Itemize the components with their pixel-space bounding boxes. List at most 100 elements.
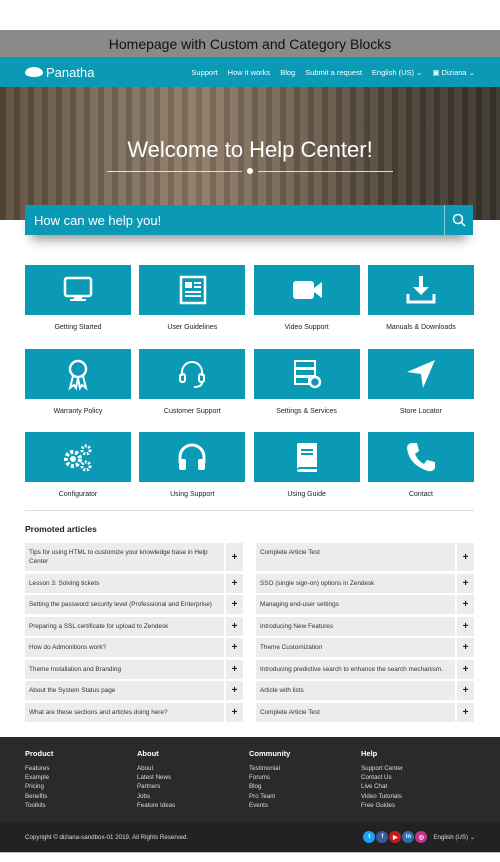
video-camera-icon bbox=[292, 281, 322, 299]
youtube-icon[interactable]: ▶ bbox=[389, 831, 402, 843]
article-link[interactable]: About the System Status page bbox=[25, 681, 224, 700]
expand-plus-icon[interactable]: + bbox=[226, 702, 243, 722]
article-item: Article with lists + bbox=[256, 681, 474, 700]
footer-link[interactable]: Events bbox=[249, 801, 361, 810]
category-getting-started[interactable]: Getting Started bbox=[25, 265, 131, 349]
category-customer-support[interactable]: Customer Support bbox=[139, 348, 246, 433]
expand-plus-icon[interactable]: + bbox=[457, 702, 474, 722]
category-user-guidelines[interactable]: User Guidelines bbox=[139, 265, 246, 349]
category-settings-services[interactable]: Settings & Services bbox=[253, 348, 360, 433]
expand-plus-icon[interactable]: + bbox=[457, 659, 474, 679]
category-using-support[interactable]: Using Support bbox=[139, 432, 246, 516]
category-tile-box bbox=[139, 432, 246, 482]
headset-icon bbox=[179, 360, 206, 388]
article-link[interactable]: How do Admonitions work? bbox=[25, 638, 224, 657]
article-item: Setting the password security level (Pro… bbox=[25, 595, 243, 614]
article-item: Preparing a SSL certificate for upload t… bbox=[25, 616, 243, 636]
category-using-guide[interactable]: Using Guide bbox=[253, 432, 360, 516]
expand-plus-icon[interactable]: + bbox=[457, 616, 474, 636]
footer-link[interactable]: Contact Us bbox=[361, 773, 473, 782]
nav-submit-request[interactable]: Submit a request bbox=[305, 68, 362, 77]
footer-link[interactable]: Toolkits bbox=[25, 801, 137, 810]
category-warranty-policy[interactable]: Warranty Policy bbox=[25, 348, 131, 433]
nav-support[interactable]: Support bbox=[191, 68, 217, 77]
search-button[interactable] bbox=[444, 205, 473, 235]
article-link[interactable]: SSO (single sign-on) options in Zendesk bbox=[256, 573, 455, 593]
article-link[interactable]: Theme Installation and Branding bbox=[25, 659, 224, 679]
logo[interactable]: Panatha bbox=[25, 65, 94, 80]
twitter-icon[interactable]: t bbox=[363, 831, 376, 843]
footer-link[interactable]: Example bbox=[25, 773, 137, 782]
promoted-articles-list: Tips for using HTML to customize your kn… bbox=[25, 543, 474, 722]
footer-column-community: Community Testimonial Forums Blog Pro Team Ev… bbox=[249, 749, 361, 810]
footer-link[interactable]: Testimonial bbox=[249, 764, 361, 773]
article-link[interactable]: Managing end-user settings bbox=[256, 595, 455, 614]
footer-column-about: About About Latest News Partners Jobs Feature… bbox=[137, 749, 249, 810]
category-store-locator[interactable]: Store Locator bbox=[367, 348, 474, 433]
expand-plus-icon[interactable]: + bbox=[457, 543, 474, 571]
article-link[interactable]: Lesson 3: Solving tickets bbox=[25, 573, 224, 593]
expand-plus-icon[interactable]: + bbox=[226, 543, 243, 571]
footer-link[interactable]: Live Chat bbox=[361, 782, 473, 791]
footer-link[interactable]: Blog bbox=[249, 782, 361, 791]
monitor-icon bbox=[63, 276, 93, 301]
footer-link[interactable]: Pricing bbox=[25, 782, 137, 791]
footer-link[interactable]: Free Guides bbox=[361, 801, 473, 810]
article-link[interactable]: Setting the password security level (Pro… bbox=[25, 595, 224, 614]
article-link[interactable]: Tips for using HTML to customize your kn… bbox=[25, 543, 224, 571]
nav-how-it-works[interactable]: How it works bbox=[228, 68, 271, 77]
footer-link[interactable]: Partners bbox=[137, 782, 249, 791]
footer-language-dropdown[interactable]: English (US) ⌄ bbox=[433, 834, 475, 841]
footer-link[interactable]: Forums bbox=[249, 773, 361, 782]
expand-plus-icon[interactable]: + bbox=[226, 595, 243, 614]
footer-link[interactable]: About bbox=[137, 764, 249, 773]
expand-plus-icon[interactable]: + bbox=[226, 638, 243, 657]
article-link[interactable]: Introducing New Features bbox=[256, 616, 455, 636]
expand-plus-icon[interactable]: + bbox=[226, 573, 243, 593]
footer-link[interactable]: Jobs bbox=[137, 792, 249, 801]
logo-fish-icon bbox=[25, 67, 43, 77]
footer-link[interactable]: Features bbox=[25, 764, 137, 773]
expand-plus-icon[interactable]: + bbox=[457, 681, 474, 700]
article-link[interactable]: Preparing a SSL certificate for upload t… bbox=[25, 616, 224, 636]
search-icon bbox=[452, 213, 466, 227]
user-menu[interactable]: ▣ Diziana ⌄ bbox=[432, 68, 475, 77]
category-configurator[interactable]: Configurator bbox=[25, 432, 131, 516]
facebook-icon[interactable]: f bbox=[376, 831, 389, 843]
expand-plus-icon[interactable]: + bbox=[226, 681, 243, 700]
category-contact[interactable]: Contact bbox=[367, 432, 474, 516]
nav-blog[interactable]: Blog bbox=[280, 68, 295, 77]
article-link[interactable]: Introducing predictive search to enhance… bbox=[256, 659, 455, 679]
search-bar: How can we help you! bbox=[25, 205, 473, 235]
footer-link[interactable]: Benefits bbox=[25, 792, 137, 801]
expand-plus-icon[interactable]: + bbox=[457, 595, 474, 614]
expand-plus-icon[interactable]: + bbox=[457, 638, 474, 657]
expand-plus-icon[interactable]: + bbox=[457, 573, 474, 593]
linkedin-icon[interactable]: in bbox=[402, 831, 415, 843]
article-item: Managing end-user settings + bbox=[256, 595, 474, 614]
article-link[interactable]: What are these sections and articles doi… bbox=[25, 702, 224, 722]
category-label: Using Support bbox=[170, 491, 215, 498]
category-label: Using Guide bbox=[287, 491, 326, 498]
instagram-icon[interactable]: ◎ bbox=[415, 831, 428, 843]
article-link[interactable]: Theme Customization bbox=[256, 638, 455, 657]
expand-plus-icon[interactable]: + bbox=[226, 616, 243, 636]
language-dropdown[interactable]: English (US) ⌄ bbox=[372, 68, 423, 77]
footer-link[interactable]: Video Tutorials bbox=[361, 792, 473, 801]
footer-link[interactable]: Feature Ideas bbox=[137, 801, 249, 810]
footer-link[interactable]: Support Center bbox=[361, 764, 473, 773]
article-link[interactable]: Complete Article Test bbox=[256, 543, 455, 571]
expand-plus-icon[interactable]: + bbox=[226, 659, 243, 679]
footer-link[interactable]: Latest News bbox=[137, 773, 249, 782]
article-link[interactable]: Article with lists bbox=[256, 681, 455, 700]
category-manuals-downloads[interactable]: Manuals & Downloads bbox=[367, 265, 474, 349]
location-arrow-icon bbox=[406, 359, 435, 388]
article-item: What are these sections and articles doi… bbox=[25, 702, 243, 722]
footer-link[interactable]: Pro Team bbox=[249, 792, 361, 801]
headphones-icon bbox=[178, 443, 206, 470]
category-video-support[interactable]: Video Support bbox=[253, 265, 360, 349]
logo-text: Panatha bbox=[46, 64, 95, 80]
search-input[interactable]: How can we help you! bbox=[25, 213, 444, 228]
category-label: Video Support bbox=[284, 324, 329, 331]
article-link[interactable]: Complete Article Test bbox=[256, 702, 455, 722]
